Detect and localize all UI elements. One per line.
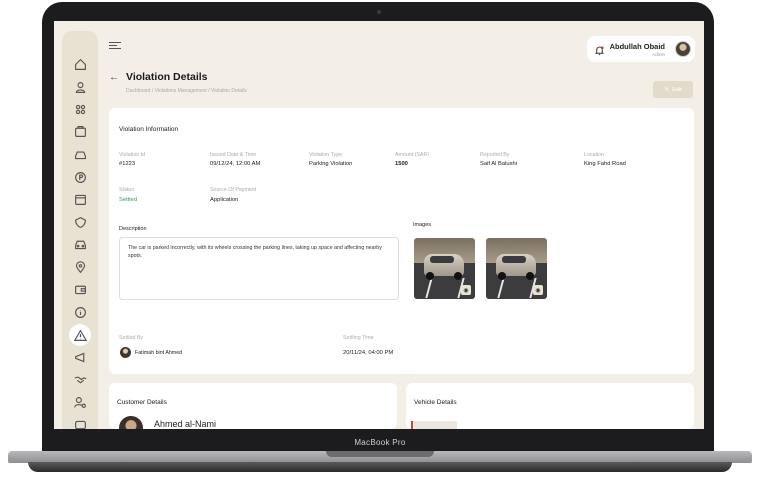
page-title: Violation Details (126, 71, 208, 83)
section-title: Violation Information (119, 126, 179, 133)
calendar-icon[interactable] (71, 190, 89, 208)
home-icon[interactable] (71, 55, 89, 73)
violation-id-value: #1223 (119, 161, 136, 167)
wallet-icon[interactable] (71, 280, 89, 298)
device-brand-label: MacBook Pro (354, 438, 406, 447)
payment-source-value: Application (210, 197, 239, 203)
field-label: Amount (SAR) (395, 152, 430, 158)
amount-value: 1500 (395, 161, 408, 167)
avatar (119, 416, 143, 429)
description-field[interactable]: The car is parked incorrectly, with its … (119, 237, 399, 300)
field-label: Violation Id (119, 152, 146, 158)
user-name: Abdullah Obaid (609, 42, 665, 51)
customer-name: Ahmed al-Nami (154, 419, 217, 429)
car-front-icon[interactable] (71, 235, 89, 253)
edit-icon: ✎ (664, 86, 670, 93)
field-label: Reported By (480, 152, 510, 158)
issued-value: 09/12/24, 12:00 AM (210, 161, 261, 167)
sidebar (62, 31, 98, 429)
settled-by-value: Fatimah bint Ahmed (135, 350, 183, 356)
status-badge: Settled (119, 197, 138, 203)
location-value: King Fahd Road (584, 161, 626, 167)
user-icon[interactable] (71, 78, 89, 96)
customer-card: Customer Details Ahmed al-Nami (109, 383, 397, 429)
camera (377, 10, 381, 14)
reported-by-value: Saif Al Balushi (480, 161, 518, 167)
vehicle-image (411, 421, 457, 429)
edit-button-label: Edit (672, 86, 682, 93)
megaphone-icon[interactable] (71, 348, 89, 366)
eye-icon[interactable]: ◉ (461, 285, 471, 295)
section-title: Vehicle Details (414, 399, 457, 406)
violation-card: Violation Information Violation Id #1223… (109, 108, 694, 374)
avatar (120, 347, 131, 358)
avatar[interactable] (675, 41, 691, 57)
violation-image[interactable]: ◉ (414, 238, 475, 299)
vehicle-card: Vehicle Details (406, 383, 694, 429)
images-label: Images (413, 222, 432, 228)
car-icon[interactable] (71, 145, 89, 163)
message-icon[interactable] (71, 416, 89, 429)
settling-time-value: 20/11/24, 04:00 PM (343, 350, 394, 356)
parking-icon[interactable] (71, 168, 89, 186)
user-role: Admin (652, 52, 665, 57)
box-icon[interactable] (71, 122, 89, 140)
section-title: Customer Details (117, 399, 167, 406)
bell-icon[interactable] (594, 43, 605, 56)
handshake-icon[interactable] (71, 370, 89, 388)
menu-toggle-icon[interactable] (109, 42, 121, 52)
user-settings-icon[interactable] (71, 393, 89, 411)
info-icon[interactable] (71, 303, 89, 321)
location-icon[interactable] (71, 258, 89, 276)
back-arrow-icon[interactable]: ← (109, 72, 119, 83)
field-label: Settled By (119, 335, 144, 341)
field-label: Location (584, 152, 605, 158)
users-icon[interactable] (71, 100, 89, 118)
edit-button[interactable]: ✎ Edit (653, 81, 693, 98)
shield-icon[interactable] (71, 213, 89, 231)
description-label: Description (119, 226, 147, 232)
field-label: Violation Type (309, 152, 343, 158)
eye-icon[interactable]: ◉ (533, 285, 543, 295)
field-label: Settling Time (343, 335, 374, 341)
violation-type-value: Parking Violation (309, 161, 353, 167)
app-screen: Abdullah Obaid Admin ← Violation Details… (54, 21, 704, 429)
user-profile[interactable]: Abdullah Obaid Admin (587, 36, 695, 62)
warning-icon[interactable] (69, 324, 91, 346)
field-label: Status (119, 187, 135, 193)
field-label: Source Of Payment (210, 187, 257, 193)
violation-image[interactable]: ◉ (486, 238, 547, 299)
field-label: Issued Date & Time (210, 152, 257, 158)
breadcrumb[interactable]: Dashboard / Violations Management / Viol… (126, 88, 247, 94)
